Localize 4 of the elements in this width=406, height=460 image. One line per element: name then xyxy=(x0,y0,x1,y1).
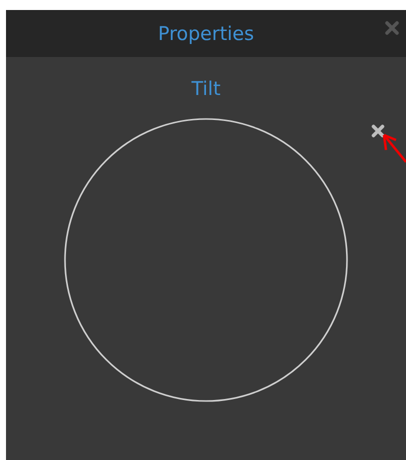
tilt-label: Tilt xyxy=(191,77,221,101)
tilt-dial[interactable] xyxy=(63,117,349,403)
close-icon[interactable] xyxy=(370,123,386,139)
panel-title: Properties xyxy=(158,22,254,44)
